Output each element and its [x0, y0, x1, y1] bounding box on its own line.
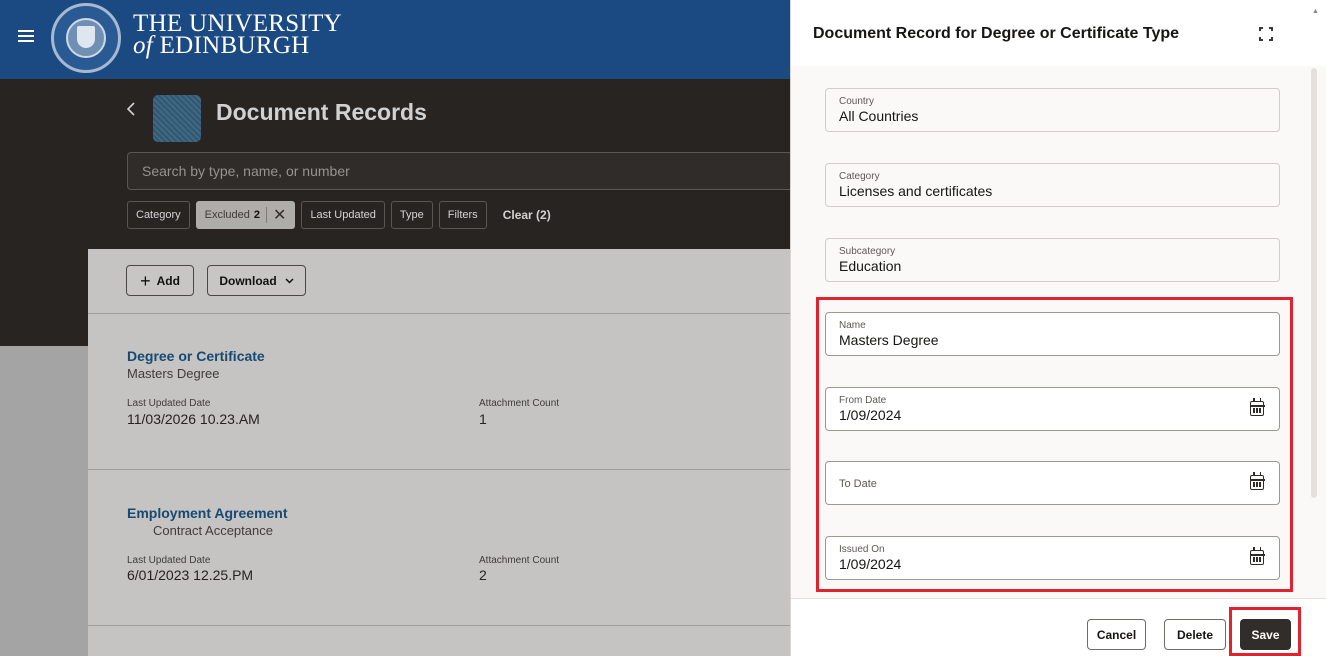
save-button[interactable]: Save [1240, 619, 1291, 650]
issued-on-label: Issued On [839, 544, 885, 555]
calendar-icon[interactable] [1249, 547, 1265, 565]
subcategory-field: Subcategory Education [825, 238, 1280, 282]
filter-chip-category[interactable]: Category [127, 201, 190, 229]
scrollbar[interactable] [1311, 68, 1317, 498]
drawer-footer: Cancel Delete Save [791, 598, 1326, 656]
expand-icon[interactable] [1259, 27, 1273, 41]
issued-on-field[interactable]: Issued On 1/09/2024 [825, 536, 1280, 580]
category-value: Licenses and certificates [839, 183, 993, 199]
filter-chip-type[interactable]: Type [390, 201, 433, 229]
country-label: Country [839, 96, 875, 107]
plus-icon: + [140, 270, 151, 291]
record-subtitle: Masters Degree [127, 366, 220, 381]
download-button[interactable]: Download [207, 265, 306, 296]
attachment-count-value: 2 [479, 567, 487, 583]
country-value: All Countries [839, 108, 919, 124]
last-updated-value: 11/03/2026 10.23.AM [127, 411, 260, 427]
name-field[interactable]: Name Masters Degree [825, 312, 1280, 356]
calendar-icon[interactable] [1249, 472, 1265, 490]
delete-button[interactable]: Delete [1164, 619, 1226, 650]
document-records-page: THE UNIVERSITY of EDINBURGH Document Rec… [0, 0, 790, 656]
category-label: Category [839, 171, 880, 182]
close-icon[interactable]: ✕ [273, 205, 286, 225]
list-item[interactable]: Employment Agreement Contract Acceptance [127, 505, 288, 538]
search-input[interactable]: Search by type, name, or number [127, 152, 790, 190]
filter-chip-excluded[interactable]: Excluded 2 ✕ [195, 201, 296, 229]
university-name: THE UNIVERSITY of EDINBURGH [133, 11, 342, 59]
filter-chip-excluded-count: 2 [253, 209, 261, 221]
chevron-left-icon[interactable] [126, 101, 140, 121]
attachment-count-label: Attachment Count [479, 555, 560, 566]
university-crest-logo [51, 3, 121, 73]
add-button[interactable]: + Add [126, 265, 194, 296]
download-button-label: Download [219, 273, 277, 288]
attachment-count-label: Attachment Count [479, 398, 560, 409]
category-field: Category Licenses and certificates [825, 163, 1280, 207]
university-name-prefix: of [133, 32, 154, 59]
chevron-down-icon [285, 277, 294, 284]
to-date-label: To Date [839, 478, 877, 490]
university-name-line2: of EDINBURGH [133, 32, 342, 59]
filter-chip-filters[interactable]: Filters [438, 201, 487, 229]
drawer-header: Document Record for Degree or Certificat… [791, 0, 1326, 66]
filter-chip-excluded-label: Excluded [204, 209, 250, 221]
hamburger-icon[interactable] [18, 30, 34, 42]
calendar-icon[interactable] [1249, 398, 1265, 416]
university-header: THE UNIVERSITY of EDINBURGH [0, 0, 790, 79]
drawer-title: Document Record for Degree or Certificat… [813, 25, 1180, 42]
record-title[interactable]: Employment Agreement [127, 505, 288, 521]
from-date-label: From Date [839, 395, 887, 406]
scroll-up-arrow[interactable]: ▲ [1312, 8, 1319, 15]
attachment-count-value: 1 [479, 411, 487, 427]
divider [88, 469, 790, 470]
record-subtitle: Contract Acceptance [153, 523, 273, 538]
clear-filters-link[interactable]: Clear (2) [503, 208, 551, 222]
list-item[interactable]: Degree or Certificate Masters Degree [127, 348, 265, 381]
issued-on-value[interactable]: 1/09/2024 [839, 556, 1266, 573]
last-updated-label: Last Updated Date [127, 398, 211, 409]
add-button-label: Add [156, 273, 180, 288]
name-value[interactable]: Masters Degree [839, 332, 1266, 349]
document-thumbnail [153, 95, 201, 142]
record-title[interactable]: Degree or Certificate [127, 348, 265, 364]
filter-chips: Category Excluded 2 ✕ Last Updated Type … [127, 201, 551, 229]
to-date-field[interactable]: To Date [825, 461, 1280, 505]
divider [88, 313, 790, 314]
name-label: Name [839, 320, 866, 331]
from-date-value[interactable]: 1/09/2024 [839, 407, 1266, 424]
last-updated-label: Last Updated Date [127, 555, 211, 566]
subcategory-value: Education [839, 258, 902, 274]
subcategory-label: Subcategory [839, 246, 896, 257]
page-title: Document Records [216, 99, 427, 125]
last-updated-value: 6/01/2023 12.25.PM [127, 567, 254, 583]
divider [88, 625, 790, 626]
cancel-button[interactable]: Cancel [1087, 619, 1146, 650]
country-field: Country All Countries [825, 88, 1280, 132]
from-date-field[interactable]: From Date 1/09/2024 [825, 387, 1280, 431]
records-list [88, 249, 790, 656]
filter-chip-last-updated[interactable]: Last Updated [301, 201, 385, 229]
document-record-drawer: Document Record for Degree or Certificat… [790, 0, 1326, 656]
university-name-edinburgh: EDINBURGH [159, 32, 310, 59]
